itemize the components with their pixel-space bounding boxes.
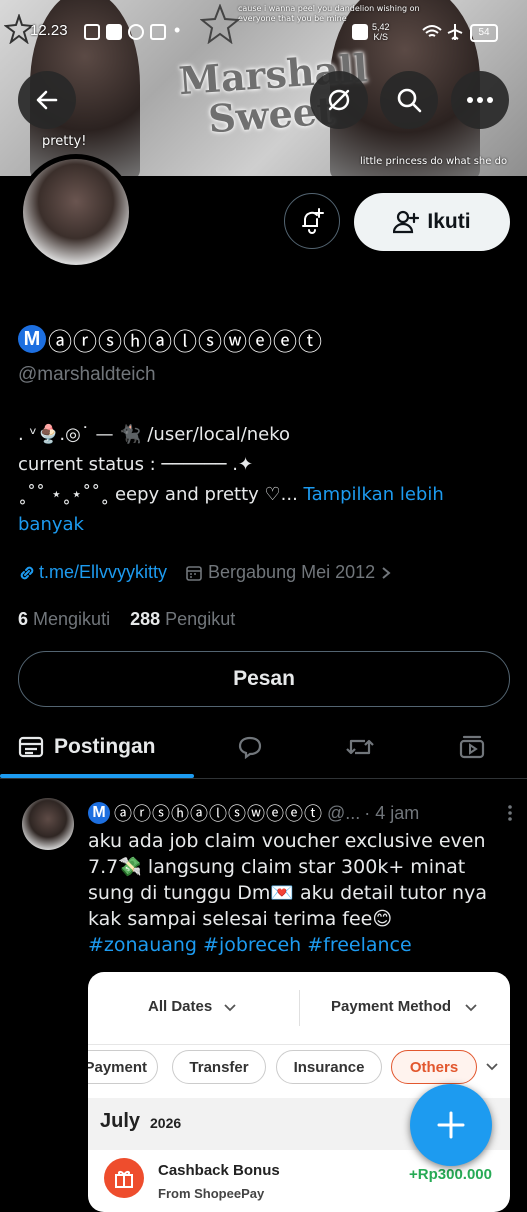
- arrow-left-icon: [36, 90, 58, 110]
- join-date: Bergabung Mei 2012: [208, 562, 376, 582]
- image-chip-payment: Payment: [88, 1050, 158, 1084]
- compose-post-button[interactable]: [410, 1084, 492, 1166]
- tab-active-indicator: [0, 774, 194, 778]
- battery-indicator: 54: [470, 24, 498, 42]
- more-notifications-icon: •: [174, 20, 181, 40]
- notification-icon: [150, 24, 166, 40]
- status-bar: 12.23 • 5,42 K/S 54: [0, 18, 527, 48]
- post-text: aku ada job claim voucher exclusive even…: [88, 830, 487, 930]
- image-chip-insurance: Insurance: [276, 1050, 382, 1084]
- follow-counts: 6 Mengikuti 288 Pengikut: [18, 609, 235, 630]
- user-handle: @marshaldteich: [18, 364, 156, 385]
- image-chip-others: Others: [391, 1050, 477, 1084]
- tab-replies[interactable]: [222, 718, 278, 776]
- more-options-button[interactable]: [451, 71, 509, 129]
- post-author-badge: M: [88, 802, 110, 824]
- following-count: 6: [18, 609, 29, 629]
- plus-icon: [437, 1111, 465, 1139]
- notification-icon: [106, 24, 122, 40]
- profile-avatar-container[interactable]: [18, 154, 134, 270]
- media-icon: [459, 735, 485, 759]
- more-dots-icon: [467, 97, 493, 103]
- wifi-icon: [422, 25, 442, 37]
- reply-icon: [238, 736, 262, 759]
- name-initial-badge: M: [18, 325, 46, 353]
- tab-posts-label: Postingan: [54, 735, 156, 758]
- post-hashtags[interactable]: #zonauang #jobreceh #freelance: [88, 934, 412, 956]
- message-button[interactable]: Pesan: [18, 651, 510, 707]
- post-author-avatar[interactable]: [22, 798, 74, 850]
- tab-posts[interactable]: Postingan: [18, 718, 194, 776]
- display-name: ⓐⓡⓢⓗⓐⓛⓢⓦⓔⓔⓣ: [48, 327, 323, 356]
- image-divider: [299, 990, 300, 1026]
- post-body: aku ada job claim voucher exclusive even…: [88, 828, 508, 958]
- avatar[interactable]: [23, 159, 129, 265]
- gift-icon: [104, 1158, 144, 1198]
- tab-reposts[interactable]: [332, 718, 388, 776]
- followers-label: Pengikut: [165, 609, 236, 629]
- image-transaction-source: From ShopeePay: [158, 1186, 265, 1201]
- following-label: Mengikuti: [33, 609, 111, 629]
- profile-tabs: Postingan: [0, 718, 527, 779]
- back-button[interactable]: [18, 71, 76, 129]
- chevron-down-icon: [224, 1004, 236, 1012]
- post-header: M ⓐⓡⓢⓗⓐⓛⓢⓦⓔⓔⓣ @... · 4 jam: [88, 800, 518, 826]
- followers-link[interactable]: 288 Pengikut: [130, 609, 235, 629]
- image-filter-method: Payment Method: [331, 998, 452, 1015]
- chevron-down-icon: [486, 1063, 498, 1071]
- profile-bio: . ᵛ🍨.◎˙ — 🐈‍⬛ /user/local/neko current s…: [18, 420, 508, 540]
- image-chip-transfer: Transfer: [172, 1050, 266, 1084]
- banner-caption-left: pretty!: [42, 134, 87, 149]
- post-menu-icon[interactable]: [502, 805, 518, 821]
- following-link[interactable]: 6 Mengikuti: [18, 609, 110, 629]
- image-filter-dates: All Dates: [148, 998, 213, 1015]
- image-transaction-title: Cashback Bonus: [158, 1162, 280, 1179]
- network-speed: 5,42 K/S: [372, 22, 390, 42]
- follow-button[interactable]: Ikuti: [354, 193, 510, 251]
- notification-icon: [84, 24, 100, 40]
- follow-label: Ikuti: [427, 210, 471, 233]
- repost-icon: [346, 739, 374, 755]
- post-time: · 4 jam: [364, 802, 420, 823]
- image-month: July: [100, 1110, 141, 1132]
- message-label: Pesan: [233, 667, 295, 690]
- bio-line-2: current status : ────── .✦: [18, 454, 254, 475]
- tab-media[interactable]: [444, 718, 500, 776]
- status-time: 12.23: [30, 22, 68, 39]
- bio-line-1: . ᵛ🍨.◎˙ — 🐈‍⬛ /user/local/neko: [18, 424, 291, 445]
- followers-count: 288: [130, 609, 161, 629]
- notification-bell-button[interactable]: [284, 193, 340, 249]
- posts-icon: [18, 736, 44, 758]
- post-author-name[interactable]: ⓐⓡⓢⓗⓐⓛⓢⓦⓔⓔⓣ: [114, 800, 323, 826]
- image-year: 2026: [150, 1115, 182, 1131]
- bell-plus-icon: [302, 208, 324, 234]
- search-icon: [397, 88, 422, 113]
- image-filter-bar: All Dates Payment Method: [88, 972, 510, 1045]
- grok-icon: [328, 89, 350, 111]
- link-icon: [20, 566, 34, 579]
- chevron-down-icon: [465, 1004, 477, 1012]
- chevron-right-icon[interactable]: [381, 566, 391, 580]
- calendar-icon: [186, 565, 202, 581]
- banner-caption-right: little princess do what she do: [360, 156, 508, 167]
- profile-link[interactable]: t.me/Ellvvyykitty: [39, 562, 167, 583]
- search-button[interactable]: [380, 71, 438, 129]
- whatsapp-icon: [128, 24, 144, 40]
- display-name-row: M ⓐⓡⓢⓗⓐⓛⓢⓦⓔⓔⓣ: [18, 324, 323, 356]
- airplane-mode-icon: [447, 24, 463, 40]
- bio-line-3: ˳˚˚ ⋆˳⋆˚˚˳ eepy and pretty ♡...: [18, 484, 298, 505]
- image-transaction-amount: +Rp300.000: [409, 1166, 492, 1183]
- add-user-icon: [393, 210, 420, 234]
- profile-meta: t.me/Ellvvyykitty Bergabung Mei 2012: [18, 562, 391, 583]
- grok-button[interactable]: [310, 71, 368, 129]
- post-author-handle[interactable]: @...: [327, 803, 360, 824]
- nfc-icon: [352, 24, 368, 40]
